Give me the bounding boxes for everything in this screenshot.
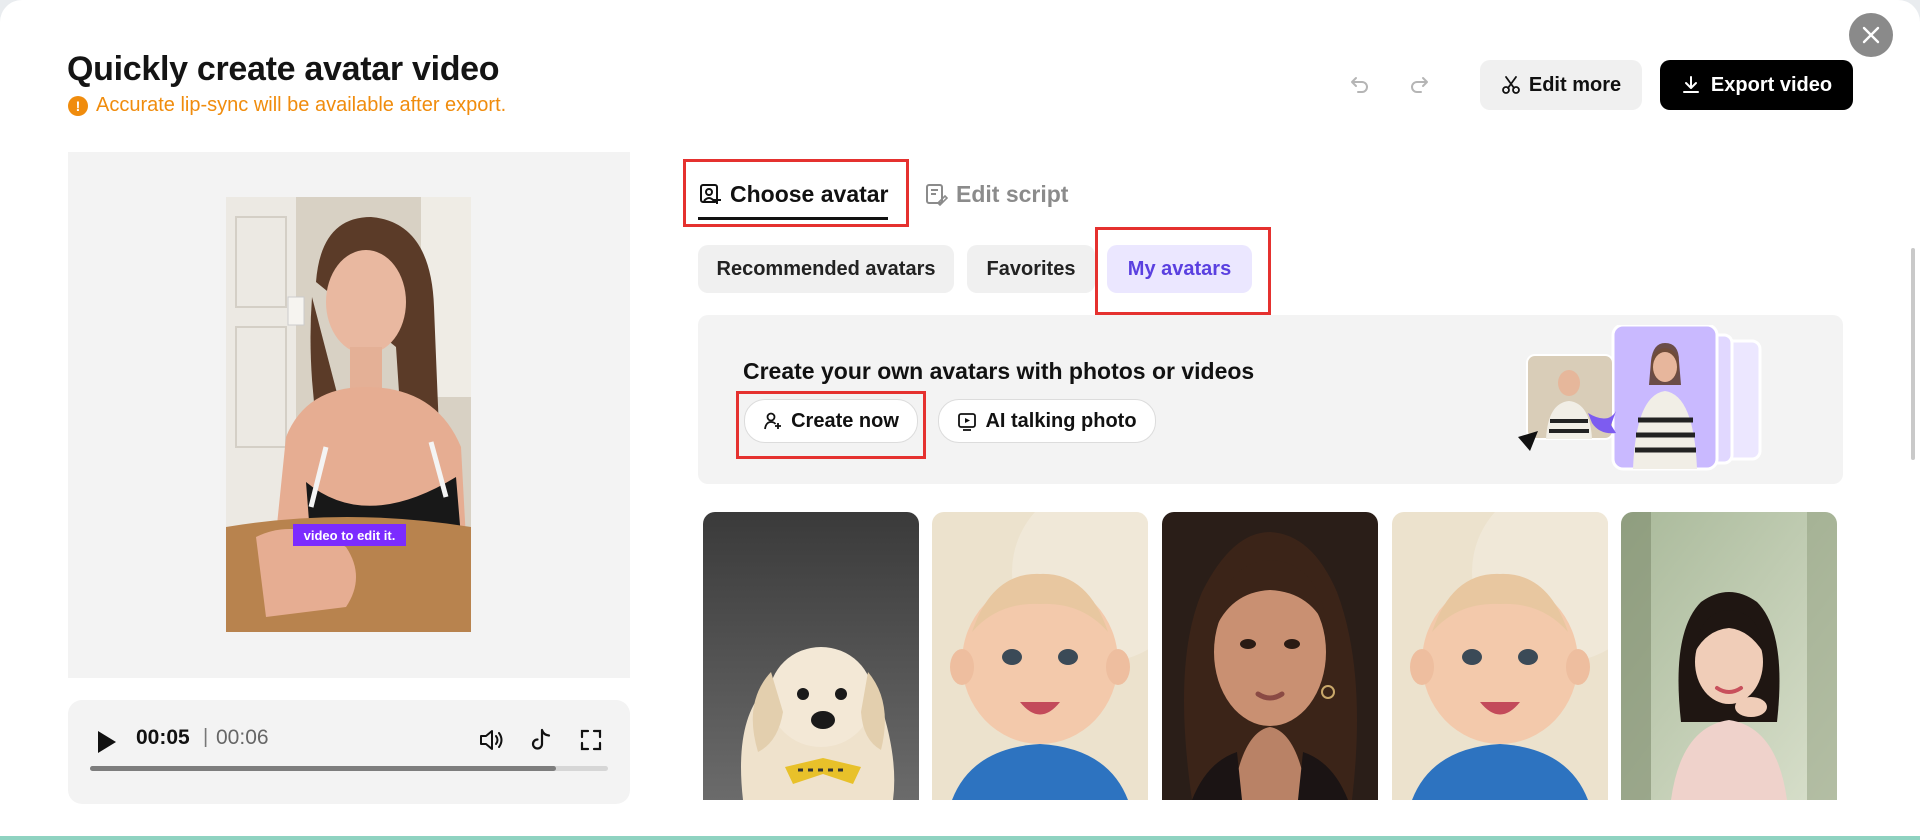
tab-edit-script-label: Edit script (956, 180, 1069, 207)
play-icon (98, 731, 116, 753)
edit-more-button[interactable]: Edit more (1480, 60, 1642, 110)
avatar-frame-icon (700, 184, 721, 204)
baby-avatar-image (932, 512, 1148, 800)
script-edit-icon (926, 184, 948, 206)
filter-favorites[interactable]: Favorites (967, 245, 1095, 293)
tab-choose-avatar[interactable]: Choose avatar (698, 168, 889, 220)
tiktok-button[interactable] (526, 725, 556, 755)
warning-text: Accurate lip-sync will be available afte… (96, 94, 507, 116)
avatar-video-modal: Quickly create avatar video ! Accurate l… (0, 0, 1920, 836)
undo-button[interactable] (1345, 70, 1375, 100)
filter-recommended-avatars[interactable]: Recommended avatars (698, 245, 954, 293)
bottom-edge (0, 836, 1920, 840)
tab-choose-avatar-label: Choose avatar (730, 180, 889, 207)
warning-icon: ! (68, 95, 88, 116)
volume-button[interactable] (476, 725, 506, 755)
export-label: Export video (1710, 73, 1833, 96)
redo-button[interactable] (1404, 70, 1434, 100)
presenter-video-image (226, 197, 471, 632)
video-preview-frame[interactable] (226, 197, 471, 632)
scrollbar[interactable] (1911, 248, 1915, 460)
avatar-card[interactable] (1162, 512, 1378, 800)
create-avatar-promo: Create your own avatars with photos or v… (698, 315, 1843, 484)
total-time: 00:06 (216, 726, 269, 749)
export-video-button[interactable]: Export video (1660, 60, 1853, 110)
create-now-button[interactable]: Create now (744, 399, 918, 443)
page-title: Quickly create avatar video (67, 50, 500, 88)
close-button[interactable] (1849, 13, 1893, 57)
time-separator: | (203, 726, 209, 748)
promo-illustration (1518, 325, 1762, 471)
create-now-label: Create now (791, 409, 899, 432)
woman-garden-avatar-image (1621, 512, 1837, 800)
scissors-icon (1501, 76, 1520, 94)
avatar-card[interactable] (703, 512, 919, 800)
undo-icon (1351, 77, 1368, 93)
close-icon (1862, 26, 1880, 44)
active-tab-underline (698, 217, 888, 220)
download-icon (1682, 76, 1699, 93)
play-button[interactable] (92, 728, 120, 756)
avatar-card[interactable] (1392, 512, 1608, 800)
avatar-card[interactable] (932, 512, 1148, 800)
fullscreen-button[interactable] (576, 725, 606, 755)
tiktok-icon (531, 728, 551, 750)
caption-chip: video to edit it. (293, 524, 406, 546)
fullscreen-icon (580, 729, 602, 751)
baby-avatar-image (1392, 512, 1608, 800)
dog-avatar-image (703, 512, 919, 800)
avatar-card[interactable] (1621, 512, 1837, 800)
video-player-controls: 00:05 | 00:06 (68, 700, 630, 804)
progress-track[interactable] (90, 766, 608, 771)
filter-my-avatars[interactable]: My avatars (1107, 245, 1252, 293)
lip-sync-warning: ! Accurate lip-sync will be available af… (68, 94, 506, 117)
woman-portrait-avatar-image (1162, 512, 1378, 800)
promo-title: Create your own avatars with photos or v… (743, 358, 1255, 384)
talking-photo-icon (958, 413, 977, 431)
ai-talking-photo-button[interactable]: AI talking photo (938, 399, 1156, 443)
tab-edit-script[interactable]: Edit script (924, 168, 1068, 220)
edit-more-label: Edit more (1528, 73, 1622, 96)
volume-icon (480, 730, 503, 750)
add-user-icon (764, 412, 782, 430)
current-time: 00:05 (136, 726, 190, 749)
redo-icon (1411, 77, 1428, 93)
progress-fill (90, 766, 557, 771)
ai-talking-photo-label: AI talking photo (985, 409, 1137, 432)
